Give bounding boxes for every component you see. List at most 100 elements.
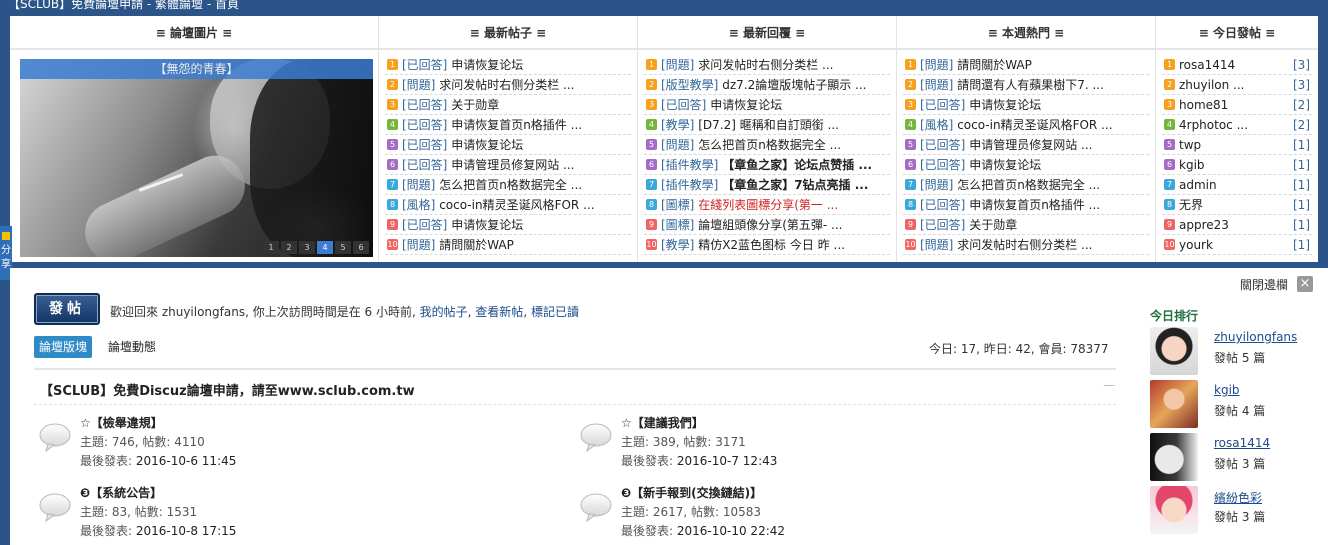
view-new-link[interactable]: 查看新帖 [475, 305, 523, 319]
list-item[interactable]: 9 [已回答] 申请恢复论坛 [385, 215, 631, 235]
user-name-link[interactable]: kgib [1179, 158, 1205, 172]
post-title-link[interactable]: 申请恢复论坛 [710, 98, 782, 112]
post-tag[interactable]: [已回答] [402, 138, 447, 152]
post-tag[interactable]: [已回答] [920, 198, 965, 212]
list-item[interactable]: 6 [已回答] 申请管理员修复网站 ... [385, 155, 631, 175]
post-title-link[interactable]: coco-in精灵圣诞风格FOR ... [439, 198, 594, 212]
slide-dot[interactable]: 2 [281, 241, 297, 254]
post-title-link[interactable]: 关于勋章 [969, 218, 1017, 232]
close-sidebar-link[interactable]: 關閉邊欄 [1240, 276, 1288, 293]
post-tag[interactable]: [問題] [402, 178, 435, 192]
list-item[interactable]: 3 [已回答] 关于勋章 [385, 95, 631, 115]
list-item[interactable]: 5 [問題] 怎么把首页n格数据完全 ... [644, 135, 890, 155]
list-item[interactable]: 10 [問題] 請問關於WAP [385, 235, 631, 255]
forum-name-link[interactable]: ☆【建議我們】 [621, 414, 704, 431]
post-title-link[interactable]: 論壇組頭像分享(第五彈- ... [698, 218, 842, 232]
last-post-time[interactable]: 2016-10-6 11:45 [136, 454, 237, 468]
forum-name-link[interactable]: ❸【新手報到(交換鏈結)】 [621, 484, 762, 501]
post-title-link[interactable]: 申请恢复论坛 [451, 218, 523, 232]
list-item[interactable]: 8 [風格] coco-in精灵圣诞风格FOR ... [385, 195, 631, 215]
slide-dot[interactable]: 6 [353, 241, 369, 254]
slide-dot[interactable]: 1 [263, 241, 279, 254]
avatar[interactable] [1150, 486, 1198, 534]
ranking-user-name[interactable]: kgib [1214, 383, 1240, 397]
post-title-link[interactable]: 精仿X2蓝色图标 今日 昨 ... [698, 238, 845, 252]
post-tag[interactable]: [風格] [920, 118, 953, 132]
post-title-link[interactable]: 【章鱼之家】论坛点赞插 ... [722, 158, 872, 172]
post-title-link[interactable]: 怎么把首页n格数据完全 ... [439, 178, 582, 192]
last-post-time[interactable]: 2016-10-8 17:15 [136, 524, 237, 538]
forum-item[interactable]: ☆【建議我們】 主題: 389, 帖數: 3171 最後發表: 2016-10-7 … [579, 414, 1059, 474]
list-item[interactable]: 4 [風格] coco-in精灵圣诞风格FOR ... [903, 115, 1149, 135]
forum-item[interactable]: ❸【新手報到(交換鏈結)】 主題: 2617, 帖數: 10583 最後發表: 20… [579, 484, 1059, 544]
list-item[interactable]: 2 [版型教學] dz7.2論壇版塊帖子顯示 ... [644, 75, 890, 95]
list-item[interactable]: 10 [教學] 精仿X2蓝色图标 今日 昨 ... [644, 235, 890, 255]
post-title-link[interactable]: 怎么把首页n格数据完全 ... [957, 178, 1100, 192]
post-title-link[interactable]: 求问发帖时右侧分类栏 ... [957, 238, 1092, 252]
post-title-link[interactable]: 求问发帖时右侧分类栏 ... [439, 78, 574, 92]
list-item[interactable]: 3 home81 [2] [1162, 95, 1312, 115]
tab-forum-activity[interactable]: 論壇動態 [106, 336, 158, 358]
list-item[interactable]: 6 [插件教學] 【章鱼之家】论坛点赞插 ... [644, 155, 890, 175]
post-tag[interactable]: [已回答] [920, 158, 965, 172]
user-name-link[interactable]: rosa1414 [1179, 58, 1235, 72]
ranking-user[interactable]: kgib 發帖 4 篇 [1150, 380, 1320, 430]
post-tag[interactable]: [問題] [920, 58, 953, 72]
tab-forum-sections[interactable]: 論壇版塊 [34, 336, 93, 358]
forum-bubble-icon[interactable] [38, 422, 72, 453]
user-name-link[interactable]: zhuyilon ... [1179, 78, 1244, 92]
list-item[interactable]: 1 rosa1414 [3] [1162, 55, 1312, 75]
new-post-button[interactable]: 發帖 [34, 293, 100, 325]
ranking-user-name[interactable]: rosa1414 [1214, 436, 1270, 450]
post-tag[interactable]: [問題] [920, 238, 953, 252]
list-item[interactable]: 7 [問題] 怎么把首页n格数据完全 ... [385, 175, 631, 195]
post-tag[interactable]: [已回答] [402, 158, 447, 172]
slide-dot[interactable]: 5 [335, 241, 351, 254]
list-item[interactable]: 10 [問題] 求问发帖时右侧分类栏 ... [903, 235, 1149, 255]
list-item[interactable]: 3 [已回答] 申请恢复论坛 [644, 95, 890, 115]
list-item[interactable]: 5 [已回答] 申请恢复论坛 [385, 135, 631, 155]
post-tag[interactable]: [教學] [661, 238, 694, 252]
post-title-link[interactable]: dz7.2論壇版塊帖子顯示 ... [722, 78, 866, 92]
slide-caption[interactable]: 【無怨的青春】 [20, 59, 373, 79]
post-tag[interactable]: [已回答] [920, 138, 965, 152]
post-title-link[interactable]: 申请恢复首页n格插件 ... [969, 198, 1100, 212]
category-title[interactable]: 【SCLUB】免費Discuz論壇申請，請至www.sclub.com.tw [40, 380, 415, 399]
list-item[interactable]: 7 [問題] 怎么把首页n格数据完全 ... [903, 175, 1149, 195]
forum-name-link[interactable]: ❸【系統公告】 [80, 484, 162, 501]
post-title-link[interactable]: [D7.2] 暱稱和自訂頭銜 ... [698, 118, 839, 132]
post-tag[interactable]: [已回答] [402, 58, 447, 72]
post-title-link[interactable]: 申请恢复论坛 [969, 158, 1041, 172]
mark-read-link[interactable]: 標記已讀 [531, 305, 579, 319]
post-title-link[interactable]: 关于勋章 [451, 98, 499, 112]
post-tag[interactable]: [已回答] [661, 98, 706, 112]
post-tag[interactable]: [問題] [402, 238, 435, 252]
list-item[interactable]: 2 [問題] 請問還有人有蘋果樹下7. ... [903, 75, 1149, 95]
image-slider[interactable]: 【無怨的青春】 123456 [20, 59, 373, 257]
post-tag[interactable]: [風格] [402, 198, 435, 212]
post-tag[interactable]: [問題] [661, 58, 694, 72]
post-tag[interactable]: [插件教學] [661, 178, 718, 192]
list-item[interactable]: 9 [已回答] 关于勋章 [903, 215, 1149, 235]
forum-name-link[interactable]: ☆【檢舉違規】 [80, 414, 163, 431]
list-item[interactable]: 7 [插件教學] 【章鱼之家】7钻点亮插 ... [644, 175, 890, 195]
post-tag[interactable]: [圖標] [661, 198, 694, 212]
list-item[interactable]: 1 [已回答] 申请恢复论坛 [385, 55, 631, 75]
slide-dot[interactable]: 4 [317, 241, 333, 254]
user-name-link[interactable]: admin [1179, 178, 1217, 192]
post-title-link[interactable]: 【章鱼之家】7钻点亮插 ... [722, 178, 868, 192]
forum-bubble-icon[interactable] [38, 492, 72, 523]
list-item[interactable]: 5 twp [1] [1162, 135, 1312, 155]
list-item[interactable]: 6 kgib [1] [1162, 155, 1312, 175]
post-tag[interactable]: [已回答] [402, 218, 447, 232]
ranking-user-name[interactable]: 繽紛色彩 [1214, 489, 1262, 506]
post-title-link[interactable]: coco-in精灵圣诞风格FOR ... [957, 118, 1112, 132]
post-tag[interactable]: [插件教學] [661, 158, 718, 172]
post-tag[interactable]: [版型教學] [661, 78, 718, 92]
avatar[interactable] [1150, 327, 1198, 375]
list-item[interactable]: 7 admin [1] [1162, 175, 1312, 195]
post-tag[interactable]: [問題] [920, 178, 953, 192]
user-name-link[interactable]: 4rphotoc ... [1179, 118, 1248, 132]
list-item[interactable]: 3 [已回答] 申请恢复论坛 [903, 95, 1149, 115]
list-item[interactable]: 2 [問題] 求问发帖时右侧分类栏 ... [385, 75, 631, 95]
